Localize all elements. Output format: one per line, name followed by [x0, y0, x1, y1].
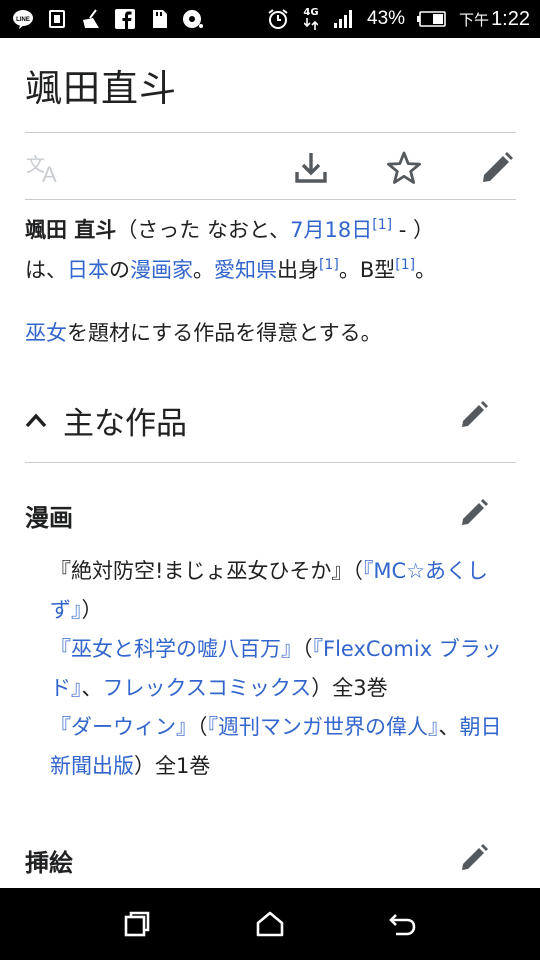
- cleaner-icon: [80, 8, 102, 30]
- intro2-text: を題材にする作品を得意とする。: [67, 321, 382, 345]
- list-item: 『絶対防空!まじょ巫女ひそか』（『MC☆あくしず』）: [50, 552, 510, 630]
- list-item: 『巫女と科学の嘘八百万』（『FlexComix ブラッド』、フレックスコミックス…: [50, 630, 510, 708]
- subsection-manga-title: 漫画: [25, 504, 73, 532]
- particle-no: の: [109, 258, 130, 282]
- intro-paragraph: 颯田 直斗（さった なおと、7月18日[1] - ）は、日本の漫画家。愛知県出身…: [25, 210, 516, 290]
- subject-name: 颯田 直斗: [25, 218, 117, 242]
- subsection-illust-title: 挿絵: [25, 849, 73, 877]
- navigation-bar: [0, 888, 540, 960]
- japan-link[interactable]: 日本: [67, 258, 109, 282]
- sim-card-icon: [46, 8, 68, 30]
- page-title: 颯田直斗: [25, 67, 177, 110]
- status-bar-left: LINE: [12, 8, 204, 30]
- work-2-label-link[interactable]: フレックスコミックス: [103, 676, 312, 700]
- language-icon[interactable]: 文 A: [25, 148, 65, 188]
- work-2-volumes: ）全3巻: [311, 676, 388, 700]
- status-bar: LINE 4G 43% 下午 1:22: [0, 0, 540, 38]
- ref-3[interactable]: [1]: [395, 257, 415, 273]
- battery-percent: 43%: [367, 8, 406, 29]
- manga-artist-link[interactable]: 漫画家: [130, 258, 193, 282]
- work-3-series-link[interactable]: 『週刊マンガ世界の偉人』: [208, 715, 439, 739]
- clock: 下午 1:22: [459, 8, 530, 31]
- music-icon: [182, 8, 204, 30]
- page-actions: 文 A: [25, 140, 516, 198]
- aichi-link[interactable]: 愛知県: [214, 258, 277, 282]
- network-type: 4G: [303, 7, 319, 18]
- separator: 、: [438, 715, 460, 739]
- battery-icon: [417, 8, 447, 30]
- recents-icon[interactable]: [112, 899, 162, 949]
- facebook-icon: [114, 8, 136, 30]
- title-divider: [25, 132, 516, 133]
- sd-card-icon: [148, 8, 170, 30]
- clock-ampm: 下午: [459, 10, 490, 29]
- chevron-up-icon[interactable]: [25, 405, 55, 435]
- section-divider: [25, 462, 516, 463]
- intro-line2-start: は、: [25, 258, 67, 282]
- back-icon[interactable]: [378, 899, 428, 949]
- download-icon[interactable]: [291, 148, 331, 188]
- birthday-link[interactable]: 7月18日: [290, 218, 372, 242]
- signal-icon: [333, 8, 355, 30]
- paren-open: （: [302, 637, 313, 661]
- blood-type-text: 。B型: [338, 258, 396, 282]
- list-item: 『ダーウィン』（『週刊マンガ世界の偉人』、朝日新聞出版）全1巻: [50, 708, 510, 786]
- edit-illust-pencil-icon[interactable]: [457, 841, 491, 875]
- data-arrows-icon: 4G: [301, 8, 321, 30]
- ref-1[interactable]: [1]: [372, 217, 392, 233]
- separator: 、: [81, 676, 103, 700]
- works-list: 『絶対防空!まじょ巫女ひそか』（『MC☆あくしず』） 『巫女と科学の嘘八百万』（…: [50, 552, 510, 786]
- status-bar-right: 4G 43% 下午 1:22: [267, 8, 530, 31]
- svg-text:LINE: LINE: [16, 17, 30, 23]
- paren-open: （: [197, 715, 208, 739]
- alarm-icon: [267, 8, 289, 30]
- work-3-volumes: ）全1巻: [134, 754, 211, 778]
- section-works-title: 主な作品: [63, 405, 187, 442]
- section-works-header[interactable]: 主な作品: [25, 392, 516, 448]
- home-icon[interactable]: [245, 899, 295, 949]
- reading-open: （さった なおと、: [116, 218, 291, 242]
- line-icon: LINE: [12, 8, 34, 30]
- period: 。: [415, 258, 437, 282]
- intro-paragraph-2: 巫女を題材にする作品を得意とする。: [25, 313, 516, 353]
- birthplace-text: 出身: [277, 258, 319, 282]
- pencil-icon[interactable]: [477, 148, 517, 188]
- miko-link[interactable]: 巫女: [25, 321, 67, 345]
- work-3-title-link[interactable]: 『ダーウィン』: [50, 715, 197, 739]
- edit-section-works-pencil-icon[interactable]: [457, 398, 491, 432]
- work-1-title: 『絶対防空!まじょ巫女ひそか』: [50, 559, 353, 583]
- clock-time: 1:22: [491, 7, 530, 30]
- edit-manga-pencil-icon[interactable]: [457, 496, 491, 530]
- ref-2[interactable]: [1]: [319, 257, 339, 273]
- actions-divider: [25, 199, 516, 200]
- star-icon[interactable]: [384, 148, 424, 188]
- work-2-title-link[interactable]: 『巫女と科学の嘘八百万』: [50, 637, 302, 661]
- paren-close: ）: [81, 598, 103, 622]
- period: 。: [193, 258, 214, 282]
- reading-close: - ）: [392, 218, 435, 242]
- svg-text:A: A: [42, 162, 57, 185]
- paren-open: （: [352, 559, 363, 583]
